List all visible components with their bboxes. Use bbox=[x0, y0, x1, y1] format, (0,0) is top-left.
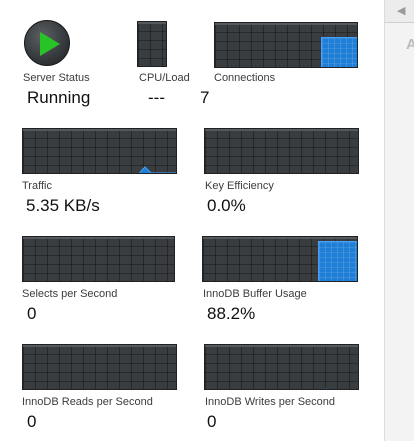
innodb-writes-label: InnoDB Writes per Second bbox=[205, 396, 336, 408]
innodb-buffer-usage-graph-fill bbox=[318, 241, 357, 281]
innodb-writes-graph bbox=[204, 344, 359, 390]
server-status-dashboard: ◀ A Server Status Running CPU/Load --- C… bbox=[0, 0, 414, 441]
traffic-sparkline bbox=[139, 166, 176, 173]
side-panel-tab[interactable]: ◀ bbox=[385, 0, 414, 23]
cpu-load-value: --- bbox=[148, 88, 165, 107]
connections-label: Connections bbox=[214, 72, 276, 84]
traffic-value: 5.35 KB/s bbox=[26, 196, 100, 215]
connections-graph bbox=[214, 22, 358, 68]
innodb-reads-value: 0 bbox=[27, 412, 37, 431]
traffic-label: Traffic bbox=[22, 180, 52, 192]
innodb-reads-label: InnoDB Reads per Second bbox=[22, 396, 153, 408]
play-icon bbox=[40, 32, 60, 56]
innodb-writes-value: 0 bbox=[207, 412, 217, 431]
traffic-graph bbox=[22, 128, 177, 174]
innodb-buffer-usage-label: InnoDB Buffer Usage bbox=[203, 288, 307, 300]
server-status-play-icon[interactable] bbox=[24, 20, 70, 66]
selects-per-second-label: Selects per Second bbox=[22, 288, 118, 300]
key-efficiency-label: Key Efficiency bbox=[205, 180, 274, 192]
key-efficiency-value: 0.0% bbox=[207, 196, 246, 215]
innodb-buffer-usage-graph bbox=[202, 236, 358, 282]
server-status-value: Running bbox=[27, 88, 91, 107]
innodb-buffer-usage-value: 88.2% bbox=[207, 304, 256, 323]
key-efficiency-graph bbox=[204, 128, 359, 174]
side-panel-partial-text: A bbox=[406, 36, 414, 53]
selects-per-second-graph bbox=[22, 236, 175, 282]
innodb-writes-sparkline bbox=[325, 388, 327, 389]
selects-per-second-value: 0 bbox=[27, 304, 37, 323]
cpu-load-graph bbox=[137, 21, 167, 67]
connections-value: 7 bbox=[200, 88, 210, 107]
side-panel: ◀ bbox=[384, 0, 414, 441]
server-status-label: Server Status bbox=[23, 72, 90, 84]
triangle-left-icon[interactable]: ◀ bbox=[397, 5, 405, 17]
cpu-load-label: CPU/Load bbox=[139, 72, 190, 84]
innodb-reads-graph bbox=[22, 344, 177, 390]
connections-graph-fill bbox=[321, 37, 357, 67]
